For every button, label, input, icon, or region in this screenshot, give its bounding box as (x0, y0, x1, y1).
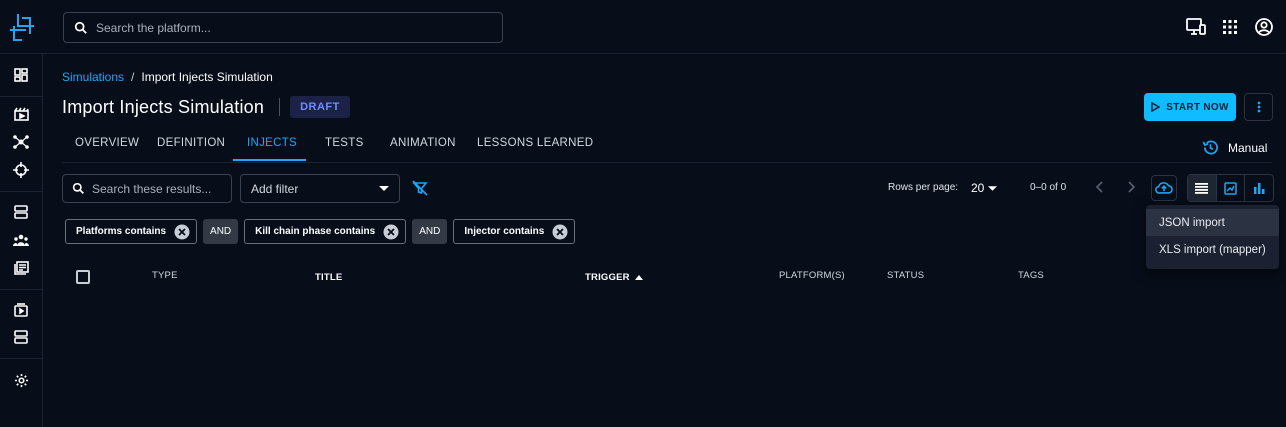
previous-page-button[interactable] (1095, 181, 1105, 193)
add-filter-select[interactable]: Add filter (240, 174, 400, 203)
filter-chip-label: Kill chain phase contains (255, 226, 376, 237)
sidebar-item-settings[interactable] (12, 371, 30, 389)
select-all-checkbox[interactable] (76, 270, 90, 284)
tab-definition[interactable]: DEFINITION (157, 137, 225, 149)
view-toggle-group (1187, 174, 1274, 202)
clear-filters-button[interactable] (412, 180, 428, 196)
rows-per-page-label: Rows per page: (888, 182, 959, 193)
column-header-platforms[interactable]: PLATFORM(S) (779, 270, 845, 281)
remove-filter-icon[interactable] (174, 224, 190, 240)
tab-tests[interactable]: TESTS (325, 137, 364, 149)
tab-bar: OVERVIEW DEFINITION INJECTS TESTS ANIMAT… (62, 124, 1272, 163)
active-tab-indicator (233, 159, 306, 161)
pagination-range: 0–0 of 0 (1030, 182, 1067, 193)
account-icon[interactable] (1254, 17, 1274, 37)
play-icon (1151, 102, 1161, 112)
start-now-label: START NOW (1166, 101, 1229, 113)
desktop-feedback-icon[interactable] (1186, 17, 1206, 37)
status-badge: DRAFT (290, 96, 350, 118)
add-filter-label: Add filter (251, 181, 299, 196)
column-header-type[interactable]: TYPE (152, 270, 178, 281)
sidebar-item-simulations[interactable] (12, 105, 30, 123)
sidebar-item-scenarios[interactable] (12, 133, 30, 151)
tab-injects[interactable]: INJECTS (247, 137, 297, 149)
import-button[interactable] (1151, 175, 1177, 201)
active-filters: Platforms contains AND Kill chain phase … (65, 219, 576, 244)
filter-operator[interactable]: AND (412, 219, 448, 244)
list-icon (1195, 182, 1209, 194)
cloud-upload-icon (1155, 182, 1173, 194)
sidebar-item-channels[interactable] (12, 259, 30, 277)
timeline-view-button[interactable] (1217, 175, 1246, 201)
filter-operator[interactable]: AND (203, 219, 239, 244)
sidebar-item-integrations[interactable] (12, 328, 30, 346)
rows-per-page-value: 20 (971, 181, 985, 195)
tab-animation[interactable]: ANIMATION (390, 137, 456, 149)
next-page-button[interactable] (1126, 181, 1136, 193)
filter-chip-injector[interactable]: Injector contains (453, 219, 576, 244)
global-search[interactable] (63, 12, 503, 43)
history-icon (1202, 140, 1218, 155)
filter-chip-kill-chain[interactable]: Kill chain phase contains (244, 219, 407, 244)
distribution-view-button[interactable] (1245, 175, 1273, 201)
breadcrumb-separator: / (131, 70, 135, 84)
search-icon (72, 182, 84, 194)
column-header-trigger-label: TRIGGER (585, 272, 630, 283)
sidebar-item-teams[interactable] (12, 231, 30, 249)
bar-chart-icon (1254, 183, 1265, 194)
import-menu: JSON import XLS import (mapper) (1146, 205, 1279, 269)
timeline-icon (1224, 181, 1237, 195)
launch-mode-label: Manual (1228, 140, 1268, 155)
breadcrumb: Simulations / Import Injects Simulation (62, 70, 273, 84)
remove-filter-icon[interactable] (552, 224, 568, 240)
tab-overview[interactable]: OVERVIEW (75, 137, 139, 149)
sidebar-item-payloads[interactable] (12, 301, 30, 319)
rows-per-page-select[interactable]: 20 (971, 181, 998, 195)
sidebar (0, 54, 43, 427)
results-search-input[interactable] (92, 181, 222, 196)
tab-lessons-learned[interactable]: LESSONS LEARNED (477, 137, 593, 149)
breadcrumb-simulations-link[interactable]: Simulations (62, 70, 124, 84)
list-view-button[interactable] (1188, 175, 1217, 201)
remove-filter-icon[interactable] (383, 224, 399, 240)
chevron-down-icon (379, 186, 389, 191)
top-bar (0, 0, 1286, 54)
start-now-button[interactable]: START NOW (1144, 93, 1236, 121)
page-title: Import Injects Simulation (62, 96, 265, 117)
column-header-trigger[interactable]: TRIGGER (585, 272, 643, 283)
results-search[interactable] (62, 174, 232, 203)
column-header-status[interactable]: STATUS (887, 270, 924, 281)
sidebar-item-assets[interactable] (12, 203, 30, 221)
more-vert-icon (1257, 101, 1260, 113)
sort-ascending-icon (634, 275, 643, 280)
search-input[interactable] (96, 20, 476, 35)
chevron-left-icon (1095, 181, 1103, 193)
filter-chip-label: Injector contains (464, 226, 545, 237)
filter-chip-platforms[interactable]: Platforms contains (65, 219, 198, 244)
sidebar-item-atomic-testing[interactable] (12, 161, 30, 179)
launch-mode[interactable]: Manual (1202, 139, 1267, 156)
more-actions-button[interactable] (1244, 93, 1273, 121)
chevron-right-icon (1128, 181, 1136, 193)
breadcrumb-current: Import Injects Simulation (141, 70, 273, 84)
sidebar-item-dashboard[interactable] (12, 66, 30, 84)
column-header-tags[interactable]: TAGS (1018, 270, 1044, 281)
filter-off-icon (412, 180, 428, 196)
column-header-title[interactable]: TITLE (315, 272, 342, 283)
filter-chip-label: Platforms contains (76, 226, 167, 237)
menu-item-json-import[interactable]: JSON import (1146, 209, 1279, 236)
title-divider (279, 98, 281, 116)
apps-grid-icon[interactable] (1220, 17, 1240, 37)
table-header: TYPE TITLE TRIGGER PLATFORM(S) STATUS TA… (62, 262, 1272, 290)
app-logo-icon[interactable] (8, 12, 36, 42)
menu-item-xls-import[interactable]: XLS import (mapper) (1146, 236, 1279, 263)
search-icon (74, 21, 87, 34)
chevron-down-icon (988, 185, 998, 191)
